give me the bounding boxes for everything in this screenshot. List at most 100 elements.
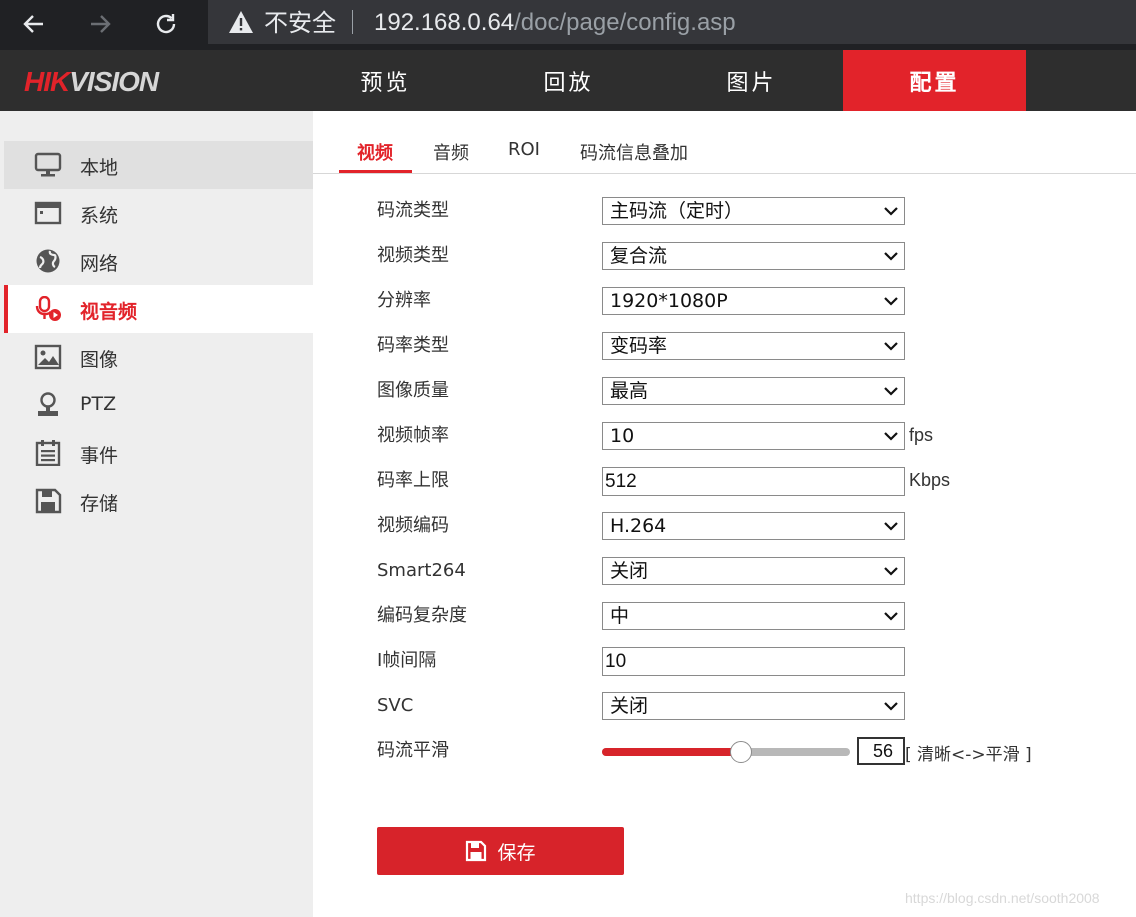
max-bitrate-row: 码率上限 Kbps [377, 467, 1077, 497]
forward-arrow-icon [91, 15, 111, 33]
bitrate-type-label: 码率类型 [377, 335, 449, 356]
config-tabs: 视频 音频 ROI 码流信息叠加 [313, 111, 1136, 174]
security-label[interactable]: 不安全 [264, 8, 336, 38]
sidebar-item-image[interactable]: 图像 [4, 333, 313, 381]
chevron-down-icon [884, 252, 898, 261]
sidebar-item-audio-video[interactable]: 视音频 [4, 285, 313, 333]
video-encoding-label: 视频编码 [377, 515, 449, 536]
back-button[interactable] [14, 4, 54, 44]
i-frame-interval-input[interactable] [602, 647, 905, 676]
frame-rate-unit: fps [909, 425, 934, 445]
select-value: 中 [610, 605, 630, 627]
select-value: 1920*1080P [610, 290, 728, 312]
app-header: HIKVISION 预览 回放 图片 配置 [0, 50, 1136, 111]
tab-audio[interactable]: 音频 [433, 139, 469, 165]
video-encoding-select[interactable]: H.264 [602, 512, 905, 540]
bitrate-type-select[interactable]: 变码率 [602, 332, 905, 360]
window-icon [34, 201, 62, 225]
url-host: 192.168.0.64 [374, 9, 515, 36]
sidebar-item-network[interactable]: 网络 [4, 237, 313, 285]
nav-preview[interactable]: 预览 [294, 50, 477, 111]
sidebar-item-local[interactable]: 本地 [4, 141, 313, 189]
forward-button[interactable] [80, 4, 120, 44]
smart264-select[interactable]: 关闭 [602, 557, 905, 585]
url-text[interactable]: 192.168.0.64/doc/page/config.asp [374, 8, 736, 38]
floppy-icon [35, 488, 62, 514]
smoothing-label: 码流平滑 [377, 740, 449, 761]
svc-label: SVC [377, 695, 414, 716]
smart264-row: Smart264 关闭 [377, 557, 1077, 587]
stream-type-row: 码流类型 主码流（定时） [377, 197, 1077, 227]
encoding-complexity-label: 编码复杂度 [377, 605, 467, 626]
chevron-down-icon [884, 522, 898, 531]
sidebar-item-storage[interactable]: 存储 [4, 477, 313, 525]
slider-fill [602, 748, 741, 756]
chevron-down-icon [884, 702, 898, 711]
chevron-down-icon [884, 567, 898, 576]
active-tab-indicator [339, 170, 412, 173]
sidebar-item-label: 视音频 [80, 301, 138, 323]
i-frame-interval-label: I帧间隔 [377, 650, 437, 671]
sidebar-item-system[interactable]: 系统 [4, 189, 313, 237]
sidebar: 本地 系统 网络 视音频 图像 PTZ 事件 存储 [0, 111, 313, 917]
svc-select[interactable]: 关闭 [602, 692, 905, 720]
monitor-icon [34, 152, 62, 177]
select-value: 主码流（定时） [610, 200, 744, 222]
smoothing-slider[interactable] [602, 741, 850, 763]
i-frame-interval-row: I帧间隔 [377, 647, 1077, 677]
encoding-complexity-select[interactable]: 中 [602, 602, 905, 630]
warning-icon[interactable] [228, 10, 254, 34]
chevron-down-icon [884, 432, 898, 441]
select-value: 关闭 [610, 695, 649, 717]
watermark: https://blog.csdn.net/sooth2008 [905, 890, 1100, 906]
sidebar-item-ptz[interactable]: PTZ [4, 381, 313, 429]
smart264-label: Smart264 [377, 560, 466, 581]
chevron-down-icon [884, 207, 898, 216]
select-value: 复合流 [610, 245, 668, 267]
stream-type-select[interactable]: 主码流（定时） [602, 197, 905, 225]
image-quality-row: 图像质量 最高 [377, 377, 1077, 407]
sidebar-item-label: PTZ [80, 393, 117, 415]
address-bar[interactable]: 不安全 192.168.0.64/doc/page/config.asp [208, 0, 1136, 44]
video-type-row: 视频类型 复合流 [377, 242, 1077, 272]
browser-toolbar: 不安全 192.168.0.64/doc/page/config.asp [0, 0, 1136, 50]
resolution-label: 分辨率 [377, 290, 431, 311]
image-quality-label: 图像质量 [377, 380, 449, 401]
video-encoding-row: 视频编码 H.264 [377, 512, 1077, 542]
frame-rate-select[interactable]: 10 [602, 422, 905, 450]
select-value: 10 [610, 425, 635, 447]
chevron-down-icon [884, 387, 898, 396]
nav-picture[interactable]: 图片 [660, 50, 843, 111]
sidebar-item-label: 事件 [80, 445, 119, 467]
max-bitrate-label: 码率上限 [377, 470, 449, 491]
video-type-select[interactable]: 复合流 [602, 242, 905, 270]
logo-hik: HIK [24, 66, 70, 97]
resolution-select[interactable]: 1920*1080P [602, 287, 905, 315]
reload-icon [156, 14, 176, 34]
select-value: 最高 [610, 380, 649, 402]
smoothing-hint: [ 清晰<->平滑 ] [905, 745, 1032, 765]
tab-video[interactable]: 视频 [357, 139, 393, 165]
frame-rate-label: 视频帧率 [377, 425, 449, 446]
chevron-down-icon [884, 612, 898, 621]
reload-button[interactable] [146, 4, 186, 44]
save-button[interactable]: 保存 [377, 827, 624, 875]
select-value: 变码率 [610, 335, 668, 357]
smoothing-value[interactable]: 56 [857, 737, 905, 765]
chevron-down-icon [884, 297, 898, 306]
nav-playback[interactable]: 回放 [477, 50, 660, 111]
max-bitrate-input[interactable] [602, 467, 905, 496]
sidebar-item-label: 图像 [80, 349, 119, 371]
slider-handle[interactable] [729, 741, 752, 763]
tab-roi[interactable]: ROI [508, 139, 540, 160]
sidebar-item-event[interactable]: 事件 [4, 429, 313, 477]
encoding-complexity-row: 编码复杂度 中 [377, 602, 1077, 632]
url-path: /doc/page/config.asp [514, 9, 736, 36]
save-label: 保存 [497, 841, 536, 864]
stream-type-label: 码流类型 [377, 200, 449, 221]
image-quality-select[interactable]: 最高 [602, 377, 905, 405]
sidebar-item-label: 本地 [80, 157, 119, 179]
nav-configuration[interactable]: 配置 [843, 50, 1026, 111]
tab-stream-overlay[interactable]: 码流信息叠加 [580, 139, 688, 165]
sidebar-item-label: 存储 [80, 493, 119, 515]
